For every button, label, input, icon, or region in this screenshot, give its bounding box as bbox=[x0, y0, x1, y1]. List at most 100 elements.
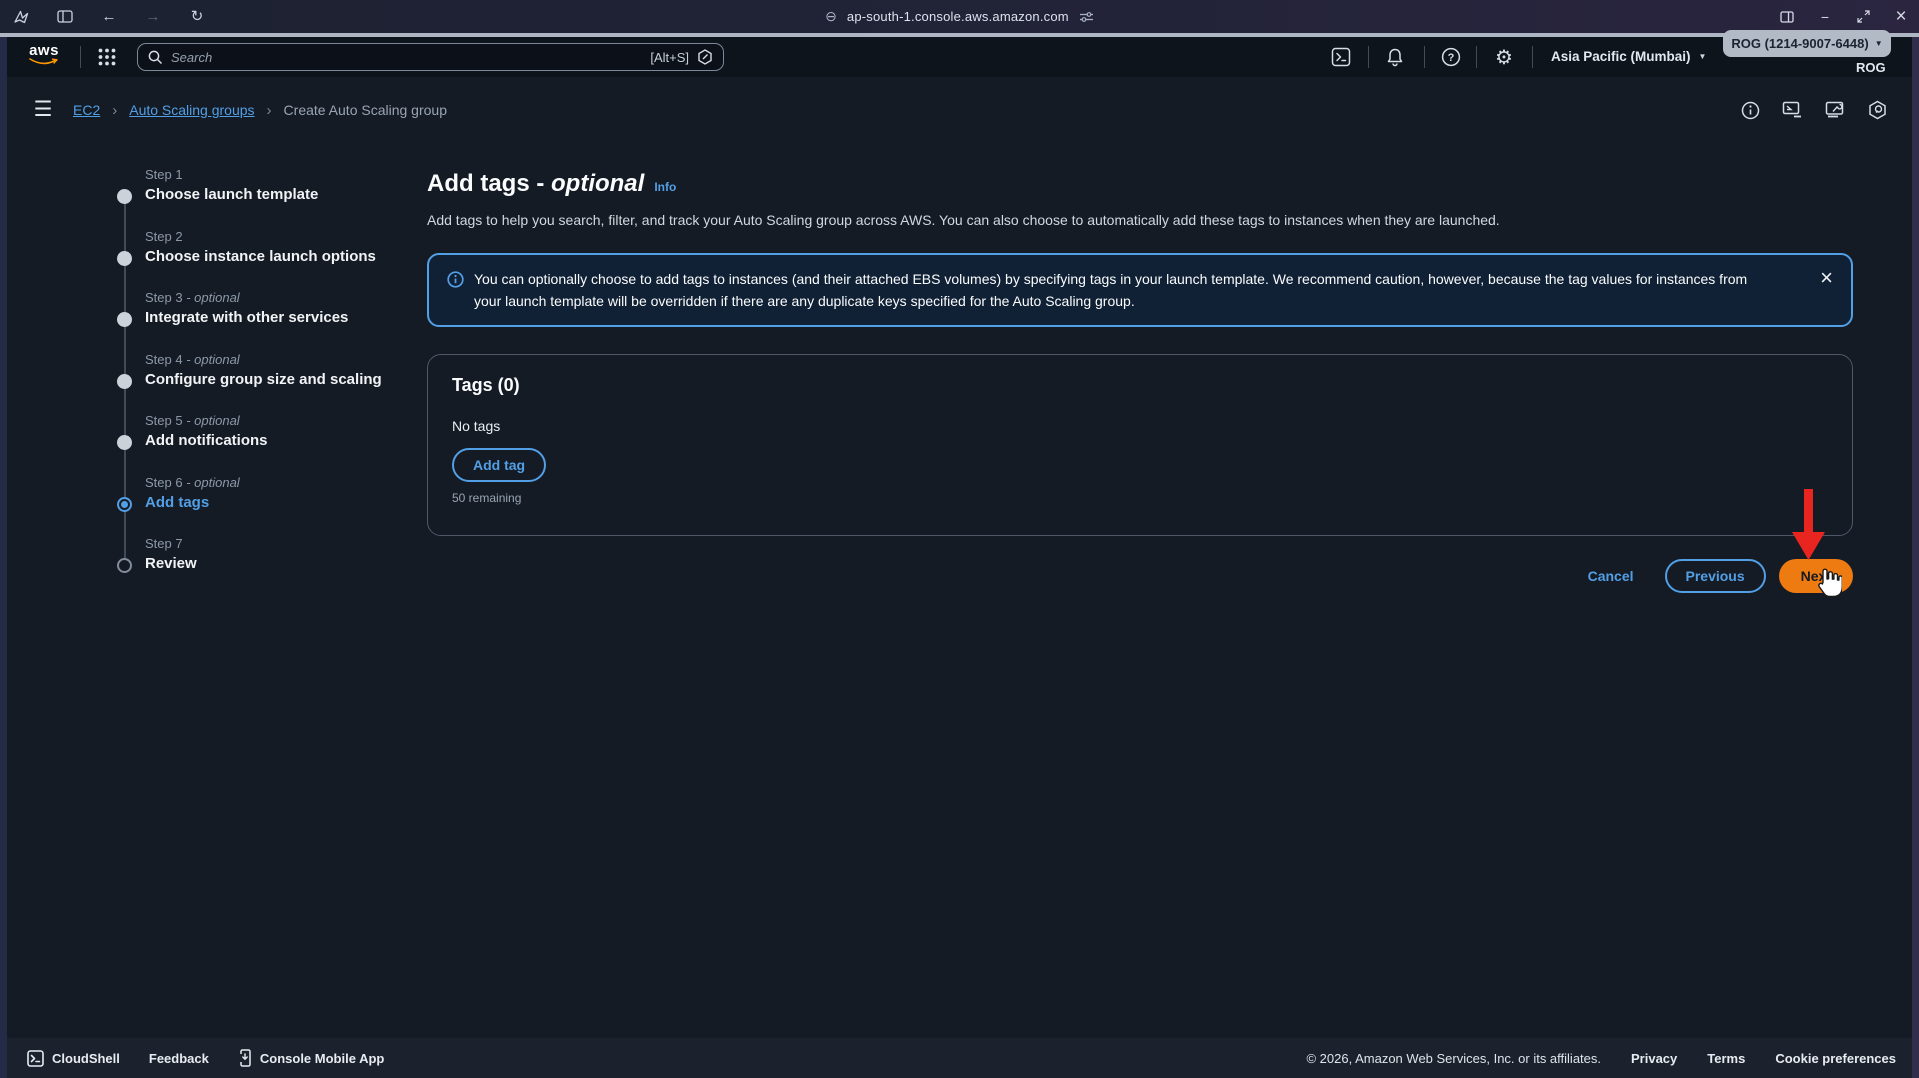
copyright-text: © 2026, Amazon Web Services, Inc. or its… bbox=[1306, 1051, 1601, 1066]
breadcrumb: EC2 › Auto Scaling groups › Create Auto … bbox=[73, 92, 447, 128]
footer-terms[interactable]: Terms bbox=[1707, 1051, 1745, 1066]
step-name[interactable]: Add tags bbox=[145, 494, 209, 511]
account-badge-label: ROG (1214-9007-6448) bbox=[1731, 36, 1868, 51]
restore-icon[interactable] bbox=[1855, 9, 1871, 25]
shortcuts-hexagon-icon[interactable] bbox=[1868, 100, 1887, 120]
step-item-1[interactable]: Step 1 Choose launch template bbox=[112, 166, 412, 228]
info-link[interactable]: Info bbox=[654, 180, 676, 194]
footer-cookie-preferences[interactable]: Cookie preferences bbox=[1775, 1051, 1896, 1066]
tools-screen-icon[interactable] bbox=[1825, 101, 1846, 119]
breadcrumb-current: Create Auto Scaling group bbox=[284, 102, 447, 118]
footer-privacy[interactable]: Privacy bbox=[1631, 1051, 1677, 1066]
wizard-steps-nav: Step 1 Choose launch template Step 2 Cho… bbox=[112, 166, 412, 597]
chevron-right-icon: › bbox=[112, 102, 117, 119]
close-icon[interactable]: × bbox=[1893, 9, 1909, 25]
sidebar-toggle-icon[interactable] bbox=[56, 8, 74, 26]
step-circle-icon bbox=[117, 312, 132, 327]
browser-logo-icon[interactable] bbox=[12, 8, 30, 26]
footer-feedback[interactable]: Feedback bbox=[149, 1051, 209, 1066]
breadcrumb-bar: ☰ EC2 › Auto Scaling groups › Create Aut… bbox=[0, 92, 1919, 128]
chevron-right-icon: › bbox=[267, 102, 272, 119]
divider bbox=[1424, 46, 1425, 68]
divider bbox=[80, 46, 81, 68]
step-item-4[interactable]: Step 4 - optional Configure group size a… bbox=[112, 351, 412, 413]
search-input[interactable]: Search [Alt+S] bbox=[137, 43, 724, 71]
step-item-2[interactable]: Step 2 Choose instance launch options bbox=[112, 228, 412, 290]
cloudshell-icon[interactable] bbox=[1331, 47, 1351, 67]
step-name[interactable]: Review bbox=[145, 555, 197, 572]
svg-text:?: ? bbox=[1448, 52, 1455, 64]
mobile-app-icon bbox=[238, 1049, 252, 1067]
region-selector[interactable]: Asia Pacific (Mumbai) ▼ bbox=[1551, 49, 1706, 64]
titlebar-strip bbox=[0, 33, 1919, 37]
next-button[interactable]: Next bbox=[1779, 559, 1853, 593]
url-text[interactable]: ap-south-1.console.aws.amazon.com bbox=[847, 9, 1069, 24]
aws-console-window: ← → ↻ ⊖ ap-south-1.console.aws.amazon.co… bbox=[0, 0, 1919, 1078]
settings-gear-icon[interactable]: ⚙ bbox=[1494, 47, 1514, 67]
account-name: ROG bbox=[1856, 60, 1886, 75]
console-footer: CloudShell Feedback Console Mobile App ©… bbox=[0, 1038, 1919, 1078]
step-item-7[interactable]: Step 7 Review bbox=[112, 535, 412, 597]
add-tag-button[interactable]: Add tag bbox=[452, 448, 546, 482]
aws-logo[interactable]: aws bbox=[26, 44, 62, 66]
divider bbox=[1368, 46, 1369, 68]
assistant-hexagon-icon bbox=[697, 49, 713, 65]
tags-remaining-count: 50 remaining bbox=[452, 491, 1828, 505]
tags-panel-title: Tags (0) bbox=[452, 375, 1828, 396]
panel-icon[interactable] bbox=[1779, 9, 1795, 25]
step-name[interactable]: Choose instance launch options bbox=[145, 248, 376, 265]
search-placeholder: Search bbox=[171, 50, 642, 65]
no-tags-text: No tags bbox=[452, 418, 1828, 434]
alert-close-icon[interactable]: × bbox=[1820, 268, 1833, 288]
refresh-icon[interactable]: ↻ bbox=[188, 8, 206, 26]
step-item-6-current[interactable]: Step 6 - optional Add tags bbox=[112, 474, 412, 536]
step-item-5[interactable]: Step 5 - optional Add notifications bbox=[112, 412, 412, 474]
site-info-icon[interactable]: ⊖ bbox=[825, 8, 837, 25]
forward-icon[interactable]: → bbox=[144, 8, 162, 26]
page-description: Add tags to help you search, filter, and… bbox=[427, 212, 1850, 228]
demo-screen-icon[interactable] bbox=[1782, 101, 1803, 119]
help-icon[interactable]: ? bbox=[1441, 47, 1461, 67]
tune-icon[interactable] bbox=[1079, 10, 1094, 24]
step-circle-icon bbox=[117, 189, 132, 204]
cloudshell-icon bbox=[27, 1050, 44, 1067]
browser-titlebar: ← → ↻ ⊖ ap-south-1.console.aws.amazon.co… bbox=[0, 0, 1919, 33]
breadcrumb-auto-scaling-groups[interactable]: Auto Scaling groups bbox=[129, 102, 254, 118]
step-circle-icon bbox=[117, 558, 132, 573]
caret-down-icon: ▼ bbox=[1875, 39, 1883, 48]
step-circle-icon bbox=[117, 374, 132, 389]
info-panel-icon[interactable] bbox=[1741, 101, 1760, 120]
step-name[interactable]: Choose launch template bbox=[145, 186, 318, 203]
breadcrumb-ec2[interactable]: EC2 bbox=[73, 102, 100, 118]
minimize-icon[interactable]: − bbox=[1817, 9, 1833, 25]
back-icon[interactable]: ← bbox=[100, 8, 118, 26]
footer-console-mobile-app[interactable]: Console Mobile App bbox=[238, 1049, 384, 1067]
side-navigation-toggle[interactable]: ☰ bbox=[30, 96, 56, 122]
region-label: Asia Pacific (Mumbai) bbox=[1551, 49, 1691, 64]
step-circle-icon bbox=[117, 435, 132, 450]
step-name[interactable]: Configure group size and scaling bbox=[145, 371, 382, 388]
info-alert: You can optionally choose to add tags to… bbox=[427, 253, 1853, 327]
address-bar[interactable]: ⊖ ap-south-1.console.aws.amazon.com bbox=[0, 0, 1919, 33]
previous-button[interactable]: Previous bbox=[1665, 559, 1766, 593]
services-grid-icon[interactable] bbox=[98, 48, 116, 66]
main-content: Add tags - optional Info Add tags to hel… bbox=[427, 170, 1850, 593]
info-icon bbox=[447, 271, 464, 312]
alert-text: You can optionally choose to add tags to… bbox=[474, 268, 1774, 312]
page-title: Add tags - optional bbox=[427, 170, 644, 198]
window-left-edge bbox=[0, 37, 7, 1078]
step-name[interactable]: Add notifications bbox=[145, 432, 268, 449]
caret-down-icon: ▼ bbox=[1699, 52, 1707, 61]
notifications-bell-icon[interactable] bbox=[1385, 47, 1405, 67]
step-name[interactable]: Integrate with other services bbox=[145, 309, 348, 326]
account-menu-badge[interactable]: ROG (1214-9007-6448) ▼ bbox=[1723, 30, 1891, 57]
step-circle-icon bbox=[117, 251, 132, 266]
step-item-3[interactable]: Step 3 - optional Integrate with other s… bbox=[112, 289, 412, 351]
console-header: aws Search [Alt+S] ? bbox=[0, 37, 1919, 77]
footer-cloudshell[interactable]: CloudShell bbox=[27, 1050, 120, 1067]
tags-panel: Tags (0) No tags Add tag 50 remaining bbox=[427, 354, 1853, 536]
window-right-edge bbox=[1912, 37, 1919, 1078]
search-shortcut: [Alt+S] bbox=[650, 50, 689, 65]
cancel-button[interactable]: Cancel bbox=[1588, 568, 1634, 584]
divider bbox=[1532, 46, 1533, 68]
